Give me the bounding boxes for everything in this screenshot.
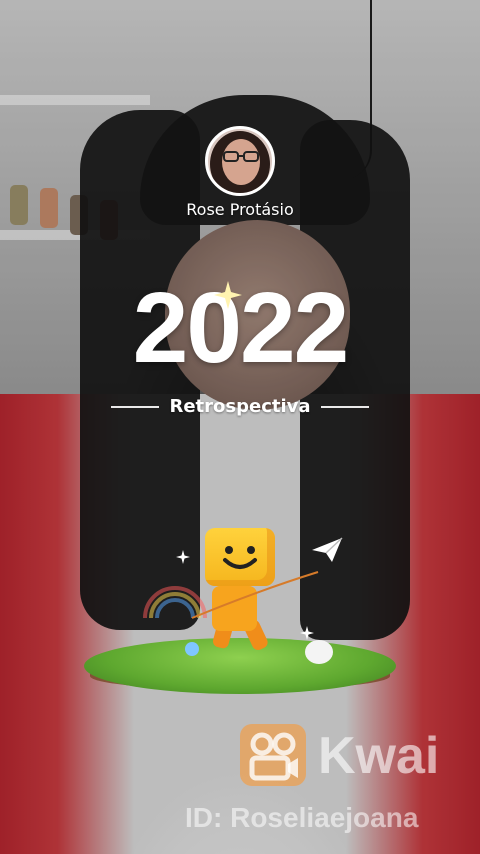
kwai-watermark-id: ID: Roseliaejoana	[185, 802, 419, 833]
subtitle-row: Retrospectiva	[0, 396, 480, 417]
divider-left	[111, 405, 160, 408]
bird	[305, 640, 333, 664]
avatar[interactable]	[205, 126, 275, 196]
grass-island	[84, 638, 396, 694]
glasses-icon	[223, 151, 259, 162]
divider-right	[320, 405, 369, 408]
subtitle: Retrospectiva	[169, 396, 311, 417]
sparkle-icon	[214, 281, 242, 309]
kwai-watermark-brand: Kwai	[318, 727, 440, 785]
profile-name: Rose Protásio	[186, 200, 294, 219]
paper-plane-icon	[312, 537, 343, 562]
kwai-logo-icon	[240, 724, 306, 786]
wand-line	[191, 571, 319, 619]
mascot-scene	[80, 520, 405, 700]
sparkle-icon	[300, 626, 314, 640]
flower	[185, 642, 199, 656]
